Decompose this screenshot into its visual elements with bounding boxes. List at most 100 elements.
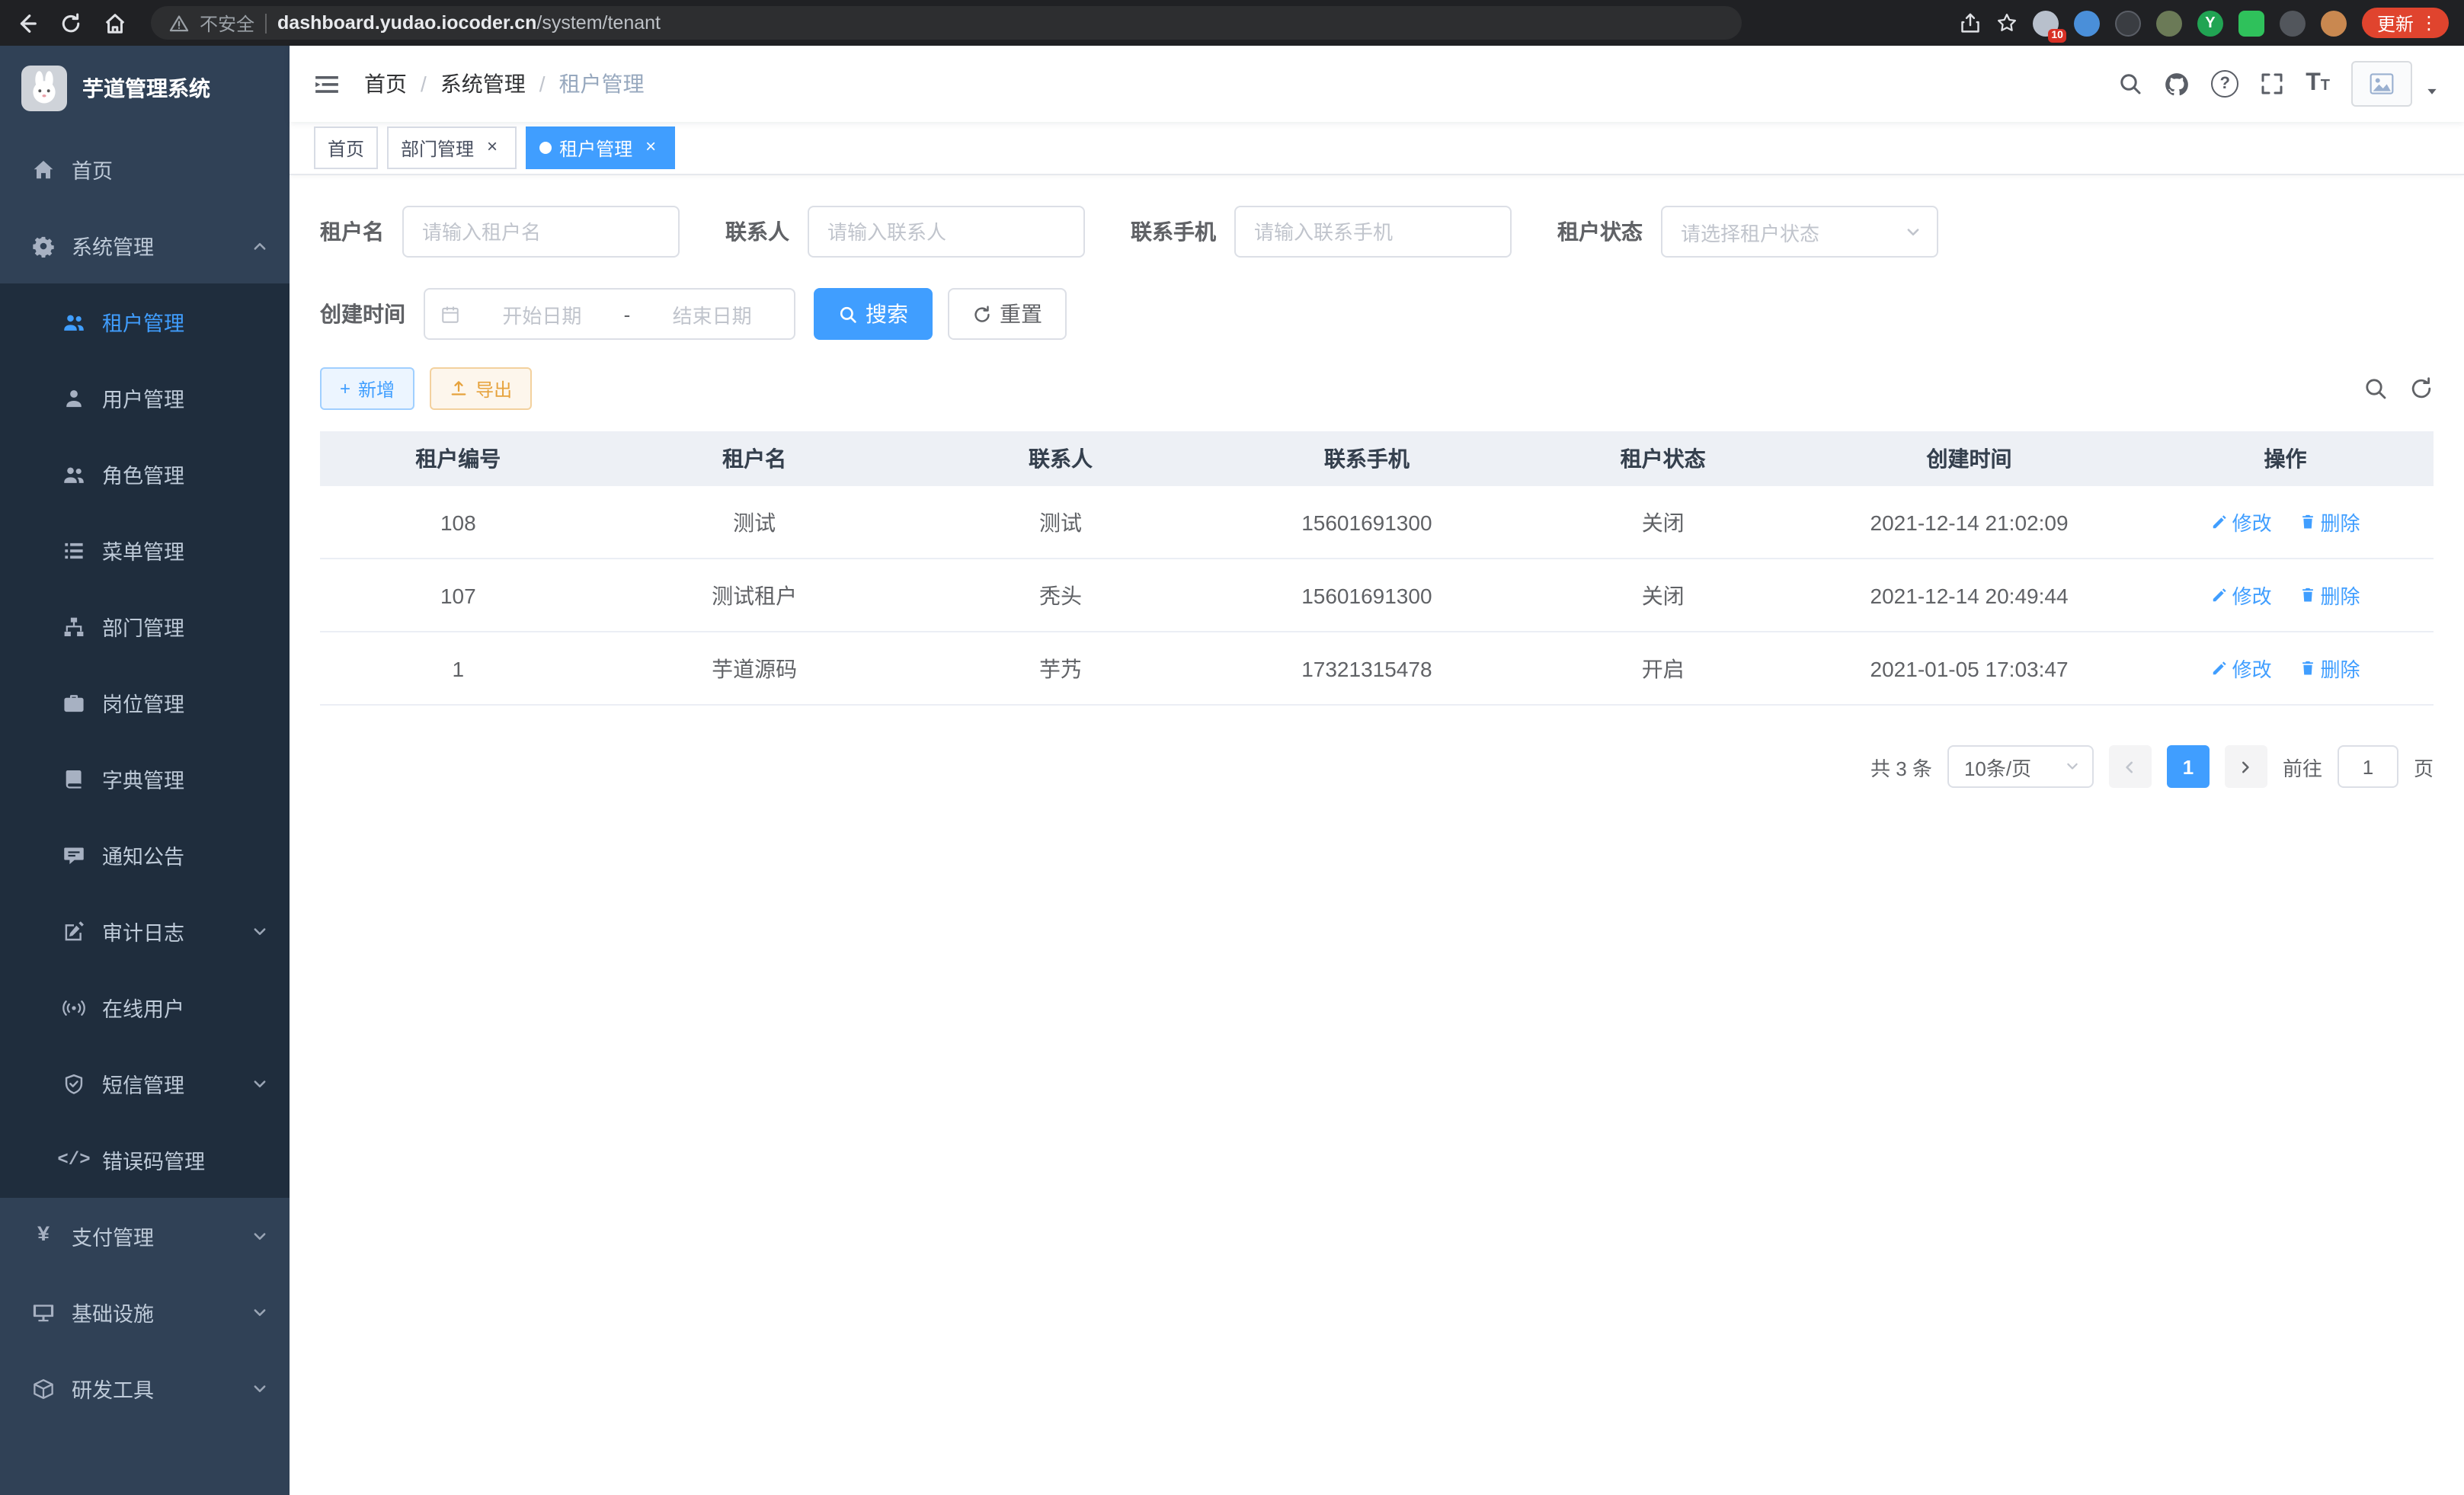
edit-link[interactable]: 修改	[2211, 507, 2272, 536]
sidebar-item-menu[interactable]: 菜单管理	[0, 512, 290, 588]
close-icon[interactable]: ×	[482, 137, 503, 158]
cell-created: 2021-12-14 21:02:09	[1801, 486, 2137, 559]
back-icon[interactable]	[15, 11, 38, 34]
sidebar-item-system[interactable]: 系统管理	[0, 207, 290, 283]
toggle-search-icon[interactable]	[2363, 376, 2388, 401]
chevron-down-icon	[251, 923, 268, 940]
cell-contact: 秃头	[913, 559, 1209, 632]
search-icon[interactable]	[2118, 72, 2142, 96]
reset-button[interactable]: 重置	[948, 288, 1067, 340]
delete-link[interactable]: 删除	[2299, 654, 2360, 683]
font-size-icon[interactable]: TT	[2306, 72, 2330, 96]
edit-link[interactable]: 修改	[2211, 654, 2272, 683]
field-label: 租户名	[320, 216, 384, 247]
sidebar-item-dept[interactable]: 部门管理	[0, 588, 290, 664]
sidebar-item-label: 在线用户	[102, 992, 184, 1023]
sidebar-item-role[interactable]: 角色管理	[0, 436, 290, 512]
breadcrumb-item[interactable]: 首页	[364, 69, 407, 99]
security-label: 不安全	[200, 10, 254, 36]
app-logo[interactable]: 芋道管理系统	[0, 46, 290, 131]
refresh-table-icon[interactable]	[2409, 376, 2434, 401]
table-toolbar: + 新增 导出	[320, 367, 2434, 410]
github-icon[interactable]	[2164, 71, 2190, 97]
user-avatar[interactable]	[2351, 61, 2412, 107]
sidebar-item-label: 首页	[72, 154, 113, 184]
extension-icon-olive[interactable]	[2156, 10, 2182, 36]
share-icon[interactable]	[1960, 12, 1981, 34]
page-number-current[interactable]: 1	[2167, 745, 2210, 788]
sidebar-item-payment[interactable]: ¥ 支付管理	[0, 1198, 290, 1274]
cell-status: 关闭	[1525, 559, 1801, 632]
browser-menu-dots-icon[interactable]: ⋮	[2420, 12, 2438, 34]
sidebar-item-label: 菜单管理	[102, 535, 184, 565]
chrome-update-button[interactable]: 更新 ⋮	[2362, 8, 2449, 38]
column-header: 租户状态	[1525, 431, 1801, 486]
tag-label: 首页	[328, 135, 364, 161]
chevron-down-icon	[2065, 759, 2080, 774]
bookmark-star-icon[interactable]	[1996, 12, 2018, 34]
extension-icon-dark[interactable]	[2115, 10, 2141, 36]
extension-icon-green-y[interactable]: Y	[2197, 10, 2223, 36]
reload-icon[interactable]	[59, 11, 82, 34]
add-button[interactable]: + 新增	[320, 367, 414, 410]
table-row: 108 测试 测试 15601691300 关闭 2021-12-14 21:0…	[320, 486, 2434, 559]
status-select[interactable]: 请选择租户状态	[1661, 206, 1938, 258]
sidebar-item-post[interactable]: 岗位管理	[0, 664, 290, 741]
tenant-table: 租户编号 租户名 联系人 联系手机 租户状态 创建时间 操作 108 测试	[320, 431, 2434, 706]
help-icon[interactable]: ?	[2211, 70, 2238, 98]
fullscreen-icon[interactable]	[2260, 72, 2284, 96]
phone-input[interactable]	[1234, 206, 1512, 258]
breadcrumb-item-current: 租户管理	[559, 69, 645, 99]
extension-icon-green-square[interactable]	[2238, 10, 2264, 36]
sidebar-item-online-users[interactable]: 在线用户	[0, 969, 290, 1045]
tag-home[interactable]: 首页	[314, 126, 378, 169]
sidebar-collapse-icon[interactable]	[314, 71, 340, 97]
total-count: 共 3 条	[1870, 752, 1932, 781]
profile-avatar-icon[interactable]	[2321, 10, 2347, 36]
export-icon	[450, 379, 468, 398]
sidebar-item-infra[interactable]: 基础设施	[0, 1274, 290, 1350]
sidebar-item-error-code[interactable]: </> 错误码管理	[0, 1122, 290, 1198]
extension-icon-gray[interactable]	[2280, 10, 2306, 36]
chevron-down-icon	[1905, 223, 1922, 240]
prev-page-button[interactable]	[2109, 745, 2152, 788]
goto-page-input[interactable]	[2338, 745, 2398, 788]
address-bar[interactable]: 不安全 dashboard.yudao.iocoder.cn/system/te…	[151, 6, 1742, 40]
sidebar-item-audit-log[interactable]: 审计日志	[0, 893, 290, 969]
extension-icon-colored[interactable]: 10	[2033, 10, 2059, 36]
cell-created: 2021-12-14 20:49:44	[1801, 559, 2137, 632]
tag-dept[interactable]: 部门管理 ×	[387, 126, 517, 169]
breadcrumb-item[interactable]: 系统管理	[440, 69, 526, 99]
page-size-select[interactable]: 10条/页	[1947, 745, 2094, 788]
tag-tenant-active[interactable]: 租户管理 ×	[526, 126, 675, 169]
extension-icon-blue[interactable]	[2074, 10, 2100, 36]
sidebar-item-home[interactable]: 首页	[0, 131, 290, 207]
home-icon[interactable]	[104, 11, 126, 34]
top-navbar: 首页 / 系统管理 / 租户管理 ?	[290, 46, 2464, 122]
cell-tenant-id: 108	[320, 486, 597, 559]
date-range-picker[interactable]: 开始日期 - 结束日期	[424, 288, 795, 340]
navbar-actions: ? TT	[2118, 61, 2440, 107]
broadcast-icon	[61, 996, 87, 1019]
sidebar-item-dev-tools[interactable]: 研发工具	[0, 1350, 290, 1426]
tags-view: 首页 部门管理 × 租户管理 ×	[290, 122, 2464, 175]
sidebar-item-user[interactable]: 用户管理	[0, 360, 290, 436]
tenant-name-input[interactable]	[402, 206, 680, 258]
search-button[interactable]: 搜索	[814, 288, 933, 340]
edit-link[interactable]: 修改	[2211, 581, 2272, 610]
export-button[interactable]: 导出	[430, 367, 532, 410]
sidebar-item-sms[interactable]: 短信管理	[0, 1045, 290, 1122]
delete-link[interactable]: 删除	[2299, 581, 2360, 610]
sidebar-item-tenant[interactable]: 租户管理	[0, 283, 290, 360]
contact-input[interactable]	[808, 206, 1085, 258]
avatar-caret-down-icon[interactable]	[2424, 84, 2440, 99]
sidebar-item-dict[interactable]: 字典管理	[0, 741, 290, 817]
delete-link[interactable]: 删除	[2299, 507, 2360, 536]
next-page-button[interactable]	[2225, 745, 2267, 788]
sidebar-item-notice[interactable]: 通知公告	[0, 817, 290, 893]
briefcase-icon	[61, 691, 87, 714]
close-icon[interactable]: ×	[640, 137, 661, 158]
address-divider	[265, 13, 267, 33]
page-content: 租户名 联系人 联系手机 租户状态 请选择租户状态	[290, 175, 2464, 1495]
cell-tenant-id: 1	[320, 632, 597, 705]
